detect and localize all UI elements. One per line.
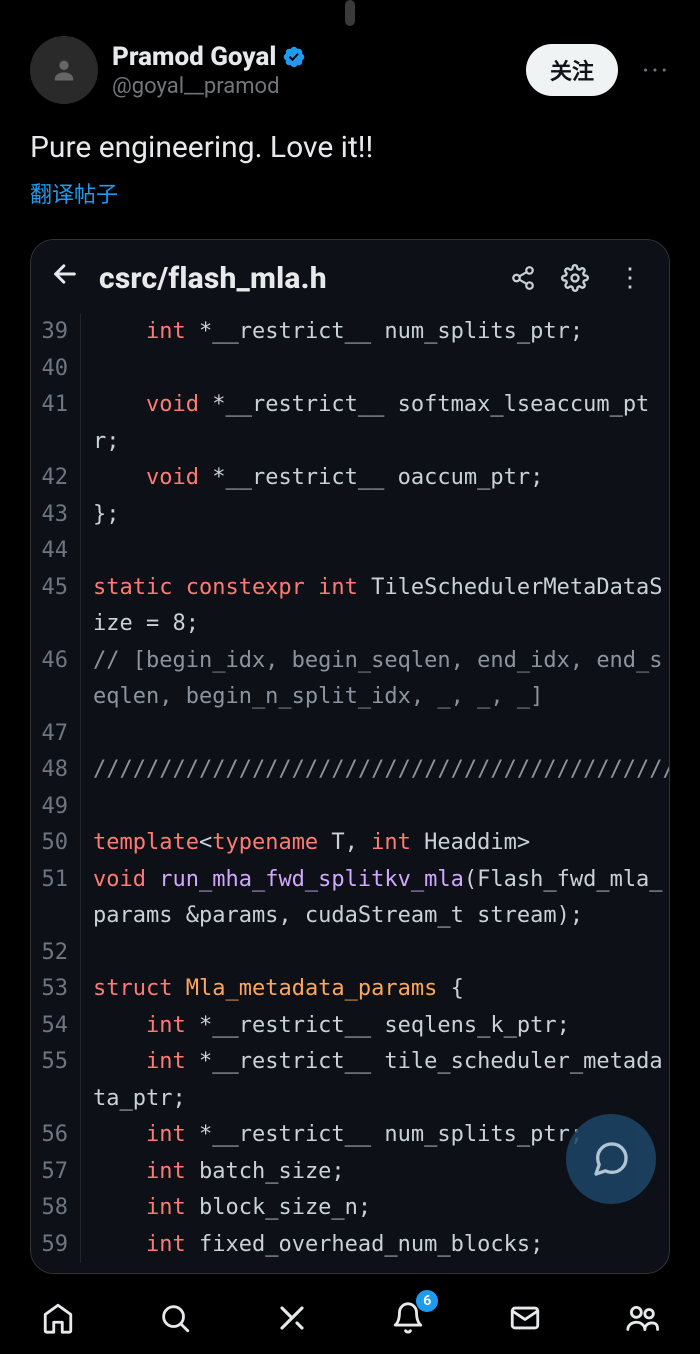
file-title: csrc/flash_mla.h [99,261,487,296]
nav-search[interactable] [153,1296,197,1340]
line-number: 51 [31,862,81,935]
line-number: 43 [31,497,81,534]
line-number: 54 [31,1008,81,1045]
line-number: 53 [31,971,81,1008]
code-line: 45static constexpr int TileSchedulerMeta… [31,570,669,643]
nav-home[interactable] [36,1296,80,1340]
code-content: int fixed_overhead_num_blocks; [81,1227,669,1264]
compose-fab[interactable] [566,1114,656,1204]
line-number: 48 [31,752,81,789]
verified-badge-icon [282,45,306,69]
code-line: 49 [31,789,669,826]
code-embed-card[interactable]: csrc/flash_mla.h ⋮ 39 int *__restrict__ … [30,239,670,1274]
notification-badge: 6 [416,1290,438,1312]
code-content: int *__restrict__ num_splits_ptr; [81,314,669,351]
more-options-button[interactable]: ··· [632,54,680,87]
search-icon [158,1301,192,1335]
people-icon [625,1301,659,1335]
code-line: 59 int fixed_overhead_num_blocks; [31,1227,669,1264]
code-content: int block_size_n; [81,1190,669,1227]
line-number: 41 [31,387,81,460]
code-line: 54 int *__restrict__ seqlens_k_ptr; [31,1008,669,1045]
author-block: Pramod Goyal @goyal__pramod [112,42,512,99]
code-line: 51void run_mha_fwd_splitkv_mla(Flash_fwd… [31,862,669,935]
line-number: 45 [31,570,81,643]
chat-icon [591,1139,631,1179]
code-content: static constexpr int TileSchedulerMetaDa… [81,570,669,643]
code-content: // [begin_idx, begin_seqlen, end_idx, en… [81,643,669,716]
code-content [81,716,669,753]
code-content: struct Mla_metadata_params { [81,971,669,1008]
code-content: int *__restrict__ seqlens_k_ptr; [81,1008,669,1045]
handle[interactable]: @goyal__pramod [112,74,512,99]
code-line: 39 int *__restrict__ num_splits_ptr; [31,314,669,351]
nav-communities[interactable] [620,1296,664,1340]
drag-handle [345,0,355,26]
code-line: 42 void *__restrict__ oaccum_ptr; [31,460,669,497]
line-number: 55 [31,1044,81,1117]
code-content: int *__restrict__ tile_scheduler_metadat… [81,1044,669,1117]
gear-icon[interactable] [559,262,591,294]
code-line: 48//////////////////////////////////////… [31,752,669,789]
line-number: 49 [31,789,81,826]
line-number: 42 [31,460,81,497]
line-number: 52 [31,935,81,972]
line-number: 39 [31,314,81,351]
share-icon[interactable] [507,262,539,294]
display-name[interactable]: Pramod Goyal [112,42,276,72]
code-line: 55 int *__restrict__ tile_scheduler_meta… [31,1044,669,1117]
bottom-nav: 6 [0,1282,700,1354]
code-line: 40 [31,351,669,388]
line-number: 58 [31,1190,81,1227]
nav-messages[interactable] [503,1296,547,1340]
code-line: 41 void *__restrict__ softmax_lseaccum_p… [31,387,669,460]
code-line: 58 int block_size_n; [31,1190,669,1227]
line-number: 46 [31,643,81,716]
code-line: 53struct Mla_metadata_params { [31,971,669,1008]
code-line: 46// [begin_idx, begin_seqlen, end_idx, … [31,643,669,716]
code-content: }; [81,497,669,534]
code-body: 39 int *__restrict__ num_splits_ptr;4041… [31,314,669,1273]
code-content [81,533,669,570]
mail-icon [508,1301,542,1335]
tweet-text: Pure engineering. Love it!! [0,108,700,173]
code-content: void *__restrict__ softmax_lseaccum_ptr; [81,387,669,460]
nav-notifications[interactable]: 6 [386,1296,430,1340]
line-number: 47 [31,716,81,753]
grok-icon [277,1303,307,1333]
code-content: template<typename T, int Headdim> [81,825,669,862]
home-icon [41,1301,75,1335]
line-number: 57 [31,1154,81,1191]
line-number: 56 [31,1117,81,1154]
line-number: 40 [31,351,81,388]
translate-link[interactable]: 翻译帖子 [0,173,700,225]
code-content [81,789,669,826]
follow-button[interactable]: 关注 [526,44,618,96]
code-line: 50template<typename T, int Headdim> [31,825,669,862]
code-content: void *__restrict__ oaccum_ptr; [81,460,669,497]
code-content [81,935,669,972]
line-number: 50 [31,825,81,862]
code-line: 47 [31,716,669,753]
avatar-placeholder-icon [50,56,78,84]
line-number: 59 [31,1227,81,1264]
code-content: ////////////////////////////////////////… [81,752,670,789]
code-content [81,351,669,388]
code-line: 44 [31,533,669,570]
nav-grok[interactable] [270,1296,314,1340]
kebab-menu-icon[interactable]: ⋮ [611,263,649,293]
back-arrow-icon[interactable] [51,260,79,296]
code-line: 52 [31,935,669,972]
code-line: 43}; [31,497,669,534]
code-content: void run_mha_fwd_splitkv_mla(Flash_fwd_m… [81,862,669,935]
avatar[interactable] [30,36,98,104]
code-toolbar: csrc/flash_mla.h ⋮ [31,240,669,314]
line-number: 44 [31,533,81,570]
